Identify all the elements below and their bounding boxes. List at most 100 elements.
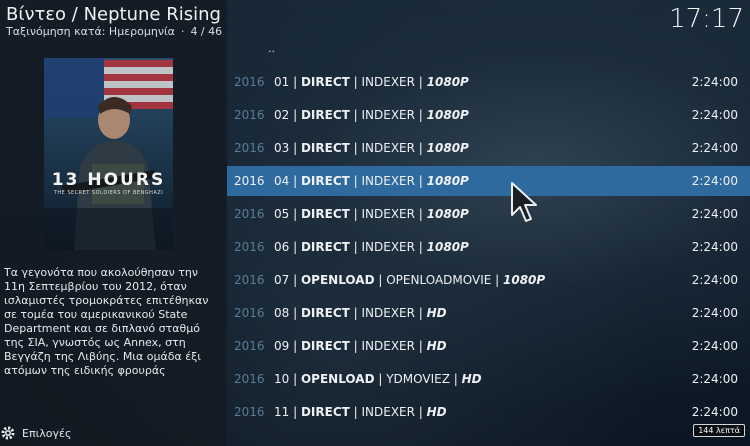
- source-quality: 1080P: [426, 141, 469, 155]
- source-list-item[interactable]: 2016 04 | DIRECT | INDEXER | 1080P 2:24:00: [227, 166, 750, 196]
- source-number: 04: [274, 174, 290, 188]
- item-year: 2016: [234, 405, 265, 419]
- source-provider: INDEXER: [361, 75, 415, 89]
- item-year: 2016: [234, 306, 265, 320]
- source-host: DIRECT: [300, 141, 350, 155]
- item-year: 2016: [234, 141, 265, 155]
- options-label: Επιλογές: [22, 426, 72, 440]
- source-number: 11: [274, 405, 290, 419]
- source-provider: INDEXER: [361, 405, 415, 419]
- item-duration: 2:24:00: [691, 405, 738, 419]
- item-duration: 2:24:00: [691, 240, 738, 254]
- source-provider: YDMOVIEZ: [386, 372, 450, 386]
- sort-info: Ταξινόμηση κατά: Ημερομηνία · 4 / 46: [6, 25, 223, 38]
- source-host: DIRECT: [300, 240, 350, 254]
- source-provider: INDEXER: [361, 174, 415, 188]
- source-provider: INDEXER: [361, 141, 415, 155]
- source-label: 09 | DIRECT | INDEXER | HD: [274, 339, 447, 353]
- item-duration: 2:24:00: [691, 141, 738, 155]
- source-number: 02: [274, 108, 290, 122]
- item-duration: 2:24:00: [691, 75, 738, 89]
- source-number: 03: [274, 141, 290, 155]
- source-provider: INDEXER: [361, 108, 415, 122]
- source-label: 02 | DIRECT | INDEXER | 1080P: [274, 108, 469, 122]
- source-label: 07 | OPENLOAD | OPENLOADMOVIE | 1080P: [274, 273, 546, 287]
- source-number: 10: [274, 372, 290, 386]
- source-host: DIRECT: [300, 207, 350, 221]
- item-year: 2016: [234, 108, 265, 122]
- source-quality: 1080P: [426, 75, 469, 89]
- item-year: 2016: [234, 207, 265, 221]
- source-quality: 1080P: [426, 174, 469, 188]
- page-title: Βίντεο / Neptune Rising: [6, 4, 221, 25]
- source-quality: 1080P: [426, 240, 469, 254]
- source-number: 07: [274, 273, 290, 287]
- source-number: 05: [274, 207, 290, 221]
- item-year: 2016: [234, 240, 265, 254]
- item-duration: 2:24:00: [691, 108, 738, 122]
- source-list-item[interactable]: 2016 08 | DIRECT | INDEXER | HD 2:24:00: [227, 298, 750, 328]
- source-quality: 1080P: [426, 207, 469, 221]
- runtime-badge: 144 λεπτά: [693, 424, 745, 437]
- item-year: 2016: [234, 75, 265, 89]
- source-quality: HD: [426, 339, 447, 353]
- source-provider: INDEXER: [361, 207, 415, 221]
- source-number: 08: [274, 306, 290, 320]
- source-host: OPENLOAD: [300, 372, 375, 386]
- source-list-item[interactable]: 2016 01 | DIRECT | INDEXER | 1080P 2:24:00: [227, 67, 750, 97]
- item-duration: 2:24:00: [691, 174, 738, 188]
- source-label: 03 | DIRECT | INDEXER | 1080P: [274, 141, 469, 155]
- clock: 17:17: [669, 4, 744, 34]
- source-quality: HD: [426, 306, 447, 320]
- mouse-pointer-icon: [511, 182, 537, 222]
- source-host: DIRECT: [300, 405, 350, 419]
- item-duration: 2:24:00: [691, 372, 738, 386]
- source-number: 01: [274, 75, 290, 89]
- source-list-item[interactable]: 2016 03 | DIRECT | INDEXER | 1080P 2:24:00: [227, 133, 750, 163]
- source-host: DIRECT: [300, 108, 350, 122]
- parent-folder-item[interactable]: ..: [268, 42, 275, 55]
- source-list-item[interactable]: 2016 11 | DIRECT | INDEXER | HD 2:24:00: [227, 397, 750, 427]
- movie-poster: 13 HOURS THE SECRET SOLDIERS OF BENGHAZI: [44, 58, 173, 250]
- source-list-item[interactable]: 2016 02 | DIRECT | INDEXER | 1080P 2:24:00: [227, 100, 750, 130]
- source-number: 09: [274, 339, 290, 353]
- sort-label: Ταξινόμηση κατά: Ημερομηνία: [6, 25, 175, 38]
- item-year: 2016: [234, 372, 265, 386]
- options-button[interactable]: Επιλογές: [0, 420, 227, 446]
- source-list-item[interactable]: 2016 05 | DIRECT | INDEXER | 1080P 2:24:00: [227, 199, 750, 229]
- source-provider: INDEXER: [361, 306, 415, 320]
- source-list-item[interactable]: 2016 06 | DIRECT | INDEXER | 1080P 2:24:00: [227, 232, 750, 262]
- source-quality: 1080P: [503, 273, 546, 287]
- item-duration: 2:24:00: [691, 207, 738, 221]
- source-host: DIRECT: [300, 174, 350, 188]
- source-list-item[interactable]: 2016 07 | OPENLOAD | OPENLOADMOVIE | 1080…: [227, 265, 750, 295]
- source-host: DIRECT: [300, 339, 350, 353]
- item-duration: 2:24:00: [691, 339, 738, 353]
- item-duration: 2:24:00: [691, 306, 738, 320]
- source-label: 06 | DIRECT | INDEXER | 1080P: [274, 240, 469, 254]
- source-label: 04 | DIRECT | INDEXER | 1080P: [274, 174, 469, 188]
- source-provider: OPENLOADMOVIE: [386, 273, 492, 287]
- item-duration: 2:24:00: [691, 273, 738, 287]
- source-quality: HD: [426, 405, 447, 419]
- source-list-item[interactable]: 2016 10 | OPENLOAD | YDMOVIEZ | HD 2:24:00: [227, 364, 750, 394]
- plot-text: Τα γεγονότα που ακολούθησαν την 11η Σεπτ…: [4, 266, 209, 377]
- source-number: 06: [274, 240, 290, 254]
- item-year: 2016: [234, 273, 265, 287]
- poster-title: 13 HOURS: [51, 170, 166, 190]
- list-position: 4 / 46: [190, 25, 223, 38]
- source-label: 11 | DIRECT | INDEXER | HD: [274, 405, 447, 419]
- source-host: OPENLOAD: [300, 273, 375, 287]
- source-label: 08 | DIRECT | INDEXER | HD: [274, 306, 447, 320]
- poster-subtitle: THE SECRET SOLDIERS OF BENGHAZI: [53, 190, 164, 196]
- source-host: DIRECT: [300, 75, 350, 89]
- source-quality: HD: [461, 372, 482, 386]
- source-label: 05 | DIRECT | INDEXER | 1080P: [274, 207, 469, 221]
- source-provider: INDEXER: [361, 339, 415, 353]
- item-year: 2016: [234, 339, 265, 353]
- source-label: 01 | DIRECT | INDEXER | 1080P: [274, 75, 469, 89]
- source-list-item[interactable]: 2016 09 | DIRECT | INDEXER | HD 2:24:00: [227, 331, 750, 361]
- source-host: DIRECT: [300, 306, 350, 320]
- item-year: 2016: [234, 174, 265, 188]
- source-quality: 1080P: [426, 108, 469, 122]
